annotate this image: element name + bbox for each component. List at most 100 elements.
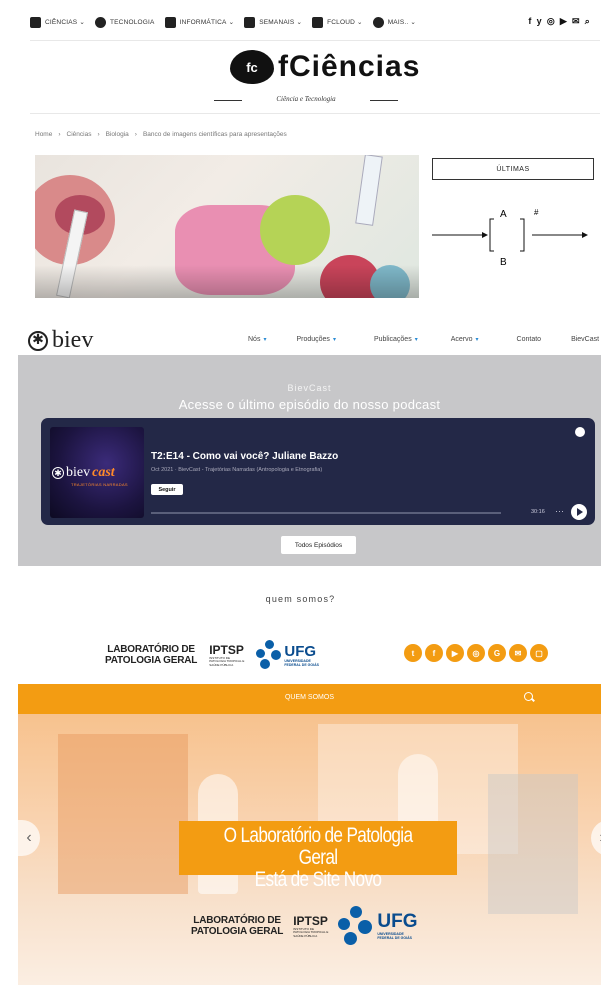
progress-bar[interactable] [151, 512, 501, 514]
logo-name: fCiências [278, 50, 421, 83]
nav-item-label: TECNOLOGIA [109, 18, 155, 26]
logo-mark: fc [230, 50, 274, 84]
ufg-text: UFG UNIVERSIDADE FEDERAL DE GOIÁS [284, 643, 319, 668]
section-title: Acesse o último episódio do nosso podcas… [178, 397, 441, 412]
top-nav: CIÊNCIAS ⌄ TECNOLOGIA INFORMÁTICA ⌄ SEMANAIS ⌄… [30, 8, 600, 36]
cover-brand: ✱ biev cast [52, 465, 115, 481]
nav-item-mais[interactable]: MAIS.. ⌄ [372, 16, 417, 28]
twitter-icon[interactable]: t [404, 644, 422, 662]
youtube-icon[interactable]: ▶ [560, 16, 567, 27]
lpg-navbar: QUEM SOMOS [18, 684, 601, 714]
episode-meta: Oct 2021 · BievCast - Trajetórias Narrad… [151, 467, 323, 473]
youtube-icon[interactable]: ▶ [446, 644, 464, 662]
nav-item-label: INFORMÁTICA [179, 18, 227, 26]
site-logo[interactable]: fc fCiências [230, 50, 420, 84]
lab-name: LABORATÓRIO DE PATOLOGIA GERAL [105, 644, 197, 666]
nav-item-tecnologia[interactable]: TECNOLOGIA [94, 16, 155, 28]
banner-line1: O Laboratório de Patologia Geral [223, 824, 413, 870]
nav-item-informtica[interactable]: INFORMÁTICA ⌄ [164, 16, 235, 28]
podcast-section: BievCast Acesse o último episódio do nos… [18, 355, 601, 566]
diagram-label-a: A [500, 209, 507, 220]
lpg-logo-header[interactable]: LABORATÓRIO DE PATOLOGIA GERAL IPTSP INS… [105, 640, 319, 670]
episode-title[interactable]: T2:E14 - Como vai você? Juliane Bazzo [151, 451, 338, 462]
menu-contato[interactable]: Contato [517, 336, 542, 343]
plus-circle-icon [372, 16, 384, 28]
menu-quem-somos[interactable]: QUEM SOMOS [18, 694, 601, 701]
divider [30, 40, 600, 41]
breadcrumb-item[interactable]: Banco de imagens científicas para aprese… [143, 131, 287, 138]
follow-button[interactable]: Seguir [151, 484, 183, 495]
biev-logo-text: biev [52, 327, 94, 353]
ufg-name: UFG [284, 642, 317, 660]
breadcrumb: Home › Ciências › Biologia › Banco de imagens … [35, 131, 287, 138]
iptsp-text: IPTSP [293, 914, 328, 929]
latest-sidebar: ÚLTIMAS A B # [432, 155, 594, 298]
spotify-icon[interactable] [575, 427, 585, 437]
breadcrumb-item[interactable]: Biologia [106, 131, 129, 138]
diagram-label-sup: # [534, 208, 539, 217]
more-options-button[interactable]: ··· [555, 506, 564, 516]
nav-item-label: MAIS.. [387, 18, 409, 26]
facebook-icon[interactable]: f [425, 644, 443, 662]
lab-name-line2: PATOLOGIA GERAL [105, 655, 198, 666]
play-button[interactable] [571, 504, 587, 520]
search-icon[interactable] [524, 692, 533, 701]
lpg-social-icons: t f ▶ ◎ G ✉ ▢ [404, 644, 548, 662]
nav-items: CIÊNCIAS ⌄ TECNOLOGIA INFORMÁTICA ⌄ SEMANAIS ⌄… [30, 16, 426, 28]
menu-nos[interactable]: Nós ▾ [248, 336, 266, 343]
biev-logo[interactable]: ✱ biev [28, 327, 93, 354]
hero-slider: ‹ › O Laboratório de Patologia Geral Est… [18, 714, 601, 985]
iptsp-logo: IPTSP INSTITUTO DE PATOLOGIA TROPICAL E … [293, 914, 328, 938]
nav-item-label: CIÊNCIAS [45, 18, 78, 26]
menu-bievcast[interactable]: BievCast [571, 336, 599, 343]
flask-icon [30, 16, 41, 28]
breadcrumb-item[interactable]: Home [35, 131, 52, 138]
search-icon[interactable]: ⌕ [585, 16, 590, 27]
chevron-down-icon: ⌄ [410, 19, 417, 26]
diagram-image: A B # [432, 208, 588, 268]
banner-line2: Está de Site Novo [254, 868, 382, 892]
menu-publicacoes[interactable]: Publicações ▾ [374, 336, 418, 343]
slider-next-button[interactable]: › [591, 820, 601, 856]
instagram-icon[interactable]: ◎ [467, 644, 485, 662]
laptop-icon [164, 16, 176, 28]
biev-header: ✱ biev Nós ▾ Produções ▾ Publicações ▾ Acervo ▾… [18, 315, 601, 355]
biev-page: ✱ biev Nós ▾ Produções ▾ Publicações ▾ Acervo ▾… [0, 315, 601, 570]
mail-icon[interactable]: ✉ [509, 644, 527, 662]
divider [30, 113, 600, 114]
iptsp-text: IPTSP [209, 643, 244, 658]
mail-icon[interactable]: ✉ [572, 16, 580, 27]
slider-prev-button[interactable]: ‹ [18, 820, 40, 856]
menu-label: Contato [516, 336, 542, 343]
asterisk-icon: ✱ [28, 330, 48, 351]
instagram-icon[interactable]: ◎ [547, 16, 555, 27]
google-plus-icon[interactable]: G [488, 644, 506, 662]
chevron-down-icon: ⌄ [296, 19, 303, 26]
lab-name-line1: LABORATÓRIO DE [193, 915, 281, 926]
menu-label: Acervo [450, 336, 473, 343]
nav-item-fcloud[interactable]: FCLOUD ⌄ [312, 16, 363, 28]
cover-brand-a: biev [66, 465, 91, 480]
facebook-icon[interactable]: f [528, 16, 531, 27]
menu-acervo[interactable]: Acervo ▾ [451, 336, 479, 343]
nav-item-semanais[interactable]: SEMANAIS ⌄ [244, 16, 303, 28]
cover-brand-b: cast [92, 465, 115, 480]
ufg-text: UFG UNIVERSIDADE FEDERAL DE GOIÁS [377, 911, 417, 941]
nav-item-cincias[interactable]: CIÊNCIAS ⌄ [30, 16, 85, 28]
article-hero-image [35, 155, 419, 298]
breadcrumb-item[interactable]: Ciências [67, 131, 92, 138]
all-episodes-button[interactable]: Todos Episódios [281, 536, 356, 554]
tagline: Ciência e Tecnologia [214, 95, 398, 103]
fciencias-page: CIÊNCIAS ⌄ TECNOLOGIA INFORMÁTICA ⌄ SEMANAIS ⌄… [0, 0, 601, 300]
lab-name-line2: PATOLOGIA GERAL [191, 926, 284, 937]
twitter-icon[interactable]: y [537, 16, 542, 27]
biev-menu: Nós ▾ Produções ▾ Publicações ▾ Acervo ▾ Contato… [248, 336, 599, 343]
chevron-down-icon: ⌄ [357, 19, 363, 26]
ufg-sub: FEDERAL DE GOIÁS [377, 936, 412, 940]
ufg-logo: UFG UNIVERSIDADE FEDERAL DE GOIÁS [256, 640, 319, 670]
slide-banner: O Laboratório de Patologia Geral Está de… [179, 821, 457, 891]
chat-icon[interactable]: ▢ [530, 644, 548, 662]
cloud-icon [312, 16, 324, 28]
iptsp-logo: IPTSP INSTITUTO DE PATOLOGIA TROPICAL E … [209, 643, 244, 667]
menu-producoes[interactable]: Produções ▾ [296, 336, 335, 343]
